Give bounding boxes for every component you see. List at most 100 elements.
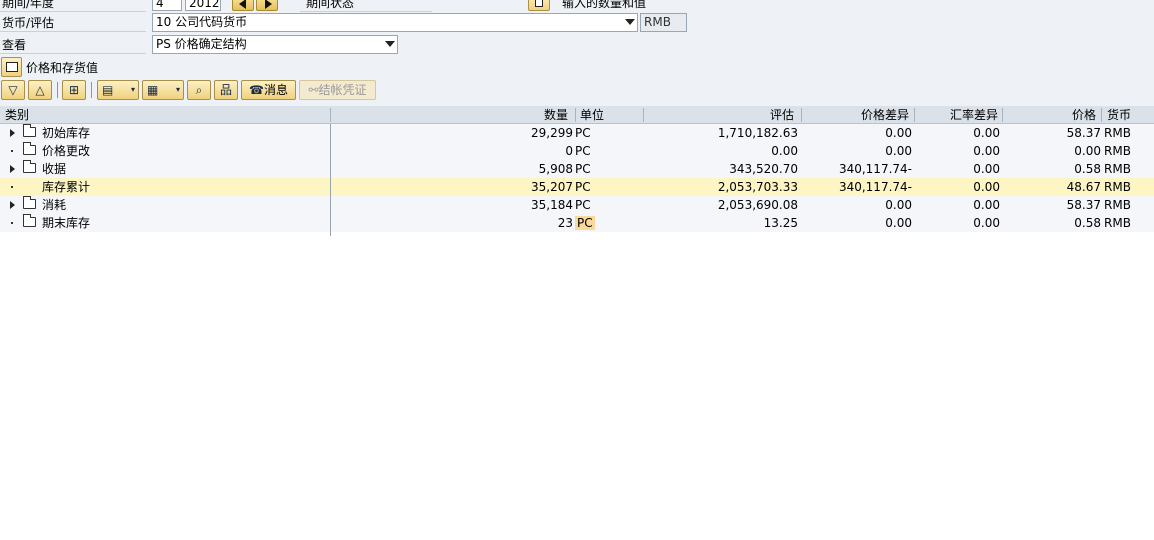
row-valuation: 0.00 — [771, 144, 798, 158]
row-price-diff: 0.00 — [885, 126, 912, 140]
table-icon: ▦ — [147, 83, 159, 97]
hierarchy-button[interactable]: 品 — [214, 80, 238, 100]
leaf-node-icon — [11, 186, 13, 188]
currency-dropdown[interactable]: 10 公司代码货币 — [152, 13, 638, 32]
currency-dropdown-value: 10 公司代码货币 — [156, 15, 248, 29]
col-currency[interactable]: 货币 — [1107, 106, 1131, 124]
col-price[interactable]: 价格 — [1010, 106, 1096, 124]
currency-valuation-label: 货币/评估 — [2, 16, 55, 30]
row-quantity: 35,184 — [531, 198, 573, 212]
label-underline — [0, 31, 146, 32]
messages-button[interactable]: ☎消息 — [241, 80, 296, 100]
row-quantity: 29,299 — [531, 126, 573, 140]
view-label: 查看 — [2, 38, 27, 52]
row-fx-diff: 0.00 — [973, 126, 1000, 140]
toolbar-separator — [57, 82, 58, 98]
row-unit: PC — [575, 180, 591, 194]
input-values-button[interactable] — [528, 0, 550, 11]
col-category[interactable]: 类别 — [5, 106, 29, 124]
period-input[interactable]: 4 — [152, 0, 182, 11]
closing-document-button[interactable]: ⚯结帐凭证 — [299, 80, 376, 100]
selection-panel: 期间/年度 4 2012 期间状态 输入的数量和值 货币/评估 10 公司代码货… — [0, 0, 1154, 106]
table-row-total[interactable]: 库存累计 35,207 PC 2,053,703.33 340,117.74- … — [0, 178, 1154, 196]
row-category: 消耗 — [42, 198, 67, 212]
folder-icon — [23, 196, 36, 209]
expand-node-icon[interactable] — [10, 129, 15, 137]
col-fx-diff[interactable]: 汇率差异 — [920, 106, 998, 124]
leaf-node-icon — [11, 150, 13, 152]
row-price-diff: 0.00 — [885, 144, 912, 158]
message-icon: ☎ — [249, 83, 264, 97]
row-price-diff: 0.00 — [885, 216, 912, 230]
input-qty-label: 输入的数量和值 — [562, 0, 647, 10]
row-valuation: 13.25 — [763, 216, 798, 230]
table-row[interactable]: 收据 5,908 PC 343,520.70 340,117.74- 0.00 … — [0, 160, 1154, 178]
row-price: 0.58 — [1074, 162, 1101, 176]
messages-button-label: 消息 — [263, 83, 288, 97]
row-valuation: 1,710,182.63 — [717, 126, 798, 140]
row-currency: RMB — [1104, 126, 1131, 140]
currency-code-field: RMB — [640, 13, 687, 32]
toolbar-separator — [91, 82, 92, 98]
next-period-button[interactable] — [256, 0, 278, 11]
col-quantity[interactable]: 数量 — [500, 106, 568, 124]
col-divider — [1002, 108, 1003, 122]
row-fx-diff: 0.00 — [973, 162, 1000, 176]
collapse-icon: △ — [35, 83, 45, 97]
year-input[interactable]: 2012 — [185, 0, 221, 11]
arrow-left-icon — [239, 0, 246, 9]
col-divider — [643, 108, 644, 122]
row-unit-selected: PC — [575, 216, 595, 230]
layout-button[interactable]: ▦ ▾ — [142, 80, 184, 100]
row-unit[interactable]: PC — [575, 214, 595, 232]
label-underline — [300, 11, 432, 12]
leaf-node-icon — [11, 222, 13, 224]
row-price-diff: 340,117.74- — [838, 162, 912, 176]
details-button[interactable]: ⌕ — [187, 80, 211, 100]
table-row[interactable]: 期末库存 23 PC 13.25 0.00 0.00 0.58 RMB — [0, 214, 1154, 232]
row-unit: PC — [575, 162, 591, 176]
row-price: 58.37 — [1066, 198, 1101, 212]
arrow-right-icon — [265, 0, 272, 9]
find-button[interactable]: ⊞ — [62, 80, 86, 100]
row-currency: RMB — [1104, 144, 1131, 158]
previous-period-button[interactable] — [232, 0, 254, 11]
row-currency: RMB — [1104, 180, 1131, 194]
view-dropdown[interactable]: PS 价格确定结构 — [152, 35, 398, 54]
table-row[interactable]: 初始库存 29,299 PC 1,710,182.63 0.00 0.00 58… — [0, 124, 1154, 142]
expand-node-icon[interactable] — [10, 201, 15, 209]
chevron-down-icon — [385, 41, 395, 47]
table-row[interactable]: 价格更改 0 PC 0.00 0.00 0.00 0.00 RMB — [0, 142, 1154, 160]
hierarchy-icon: 品 — [219, 83, 232, 97]
row-quantity: 35,207 — [531, 180, 573, 194]
magnifier-icon: ⌕ — [195, 83, 203, 97]
folder-icon — [23, 142, 36, 155]
period-year-label: 期间/年度 — [2, 0, 55, 10]
document-icon — [535, 0, 543, 7]
binoculars-icon: ⊞ — [68, 83, 80, 97]
row-category: 初始库存 — [42, 126, 91, 140]
expand-node-icon[interactable] — [10, 165, 15, 173]
row-valuation: 2,053,703.33 — [717, 180, 798, 194]
price-values-button[interactable] — [1, 57, 22, 77]
col-unit[interactable]: 单位 — [580, 106, 604, 124]
grid-header: 类别 数量 单位 评估 价格差异 汇率差异 价格 货币 — [0, 106, 1154, 124]
print-button[interactable]: ▤ ▾ — [97, 80, 139, 100]
row-unit: PC — [575, 126, 591, 140]
col-valuation[interactable]: 评估 — [700, 106, 794, 124]
row-price: 0.00 — [1074, 144, 1101, 158]
row-valuation: 343,520.70 — [729, 162, 798, 176]
folder-icon — [6, 62, 18, 72]
folder-icon — [23, 160, 36, 173]
dropdown-icon: ▾ — [130, 85, 135, 94]
table-row[interactable]: 消耗 35,184 PC 2,053,690.08 0.00 0.00 58.3… — [0, 196, 1154, 214]
collapse-all-button[interactable]: △ — [28, 80, 52, 100]
col-price-diff[interactable]: 价格差异 — [820, 106, 909, 124]
closing-document-label: 结帐凭证 — [318, 83, 367, 97]
folder-icon — [23, 124, 36, 137]
expand-all-button[interactable]: ▽ — [1, 80, 25, 100]
row-valuation: 2,053,690.08 — [717, 198, 798, 212]
col-divider — [1101, 108, 1102, 122]
row-fx-diff: 0.00 — [973, 198, 1000, 212]
row-unit: PC — [575, 144, 591, 158]
